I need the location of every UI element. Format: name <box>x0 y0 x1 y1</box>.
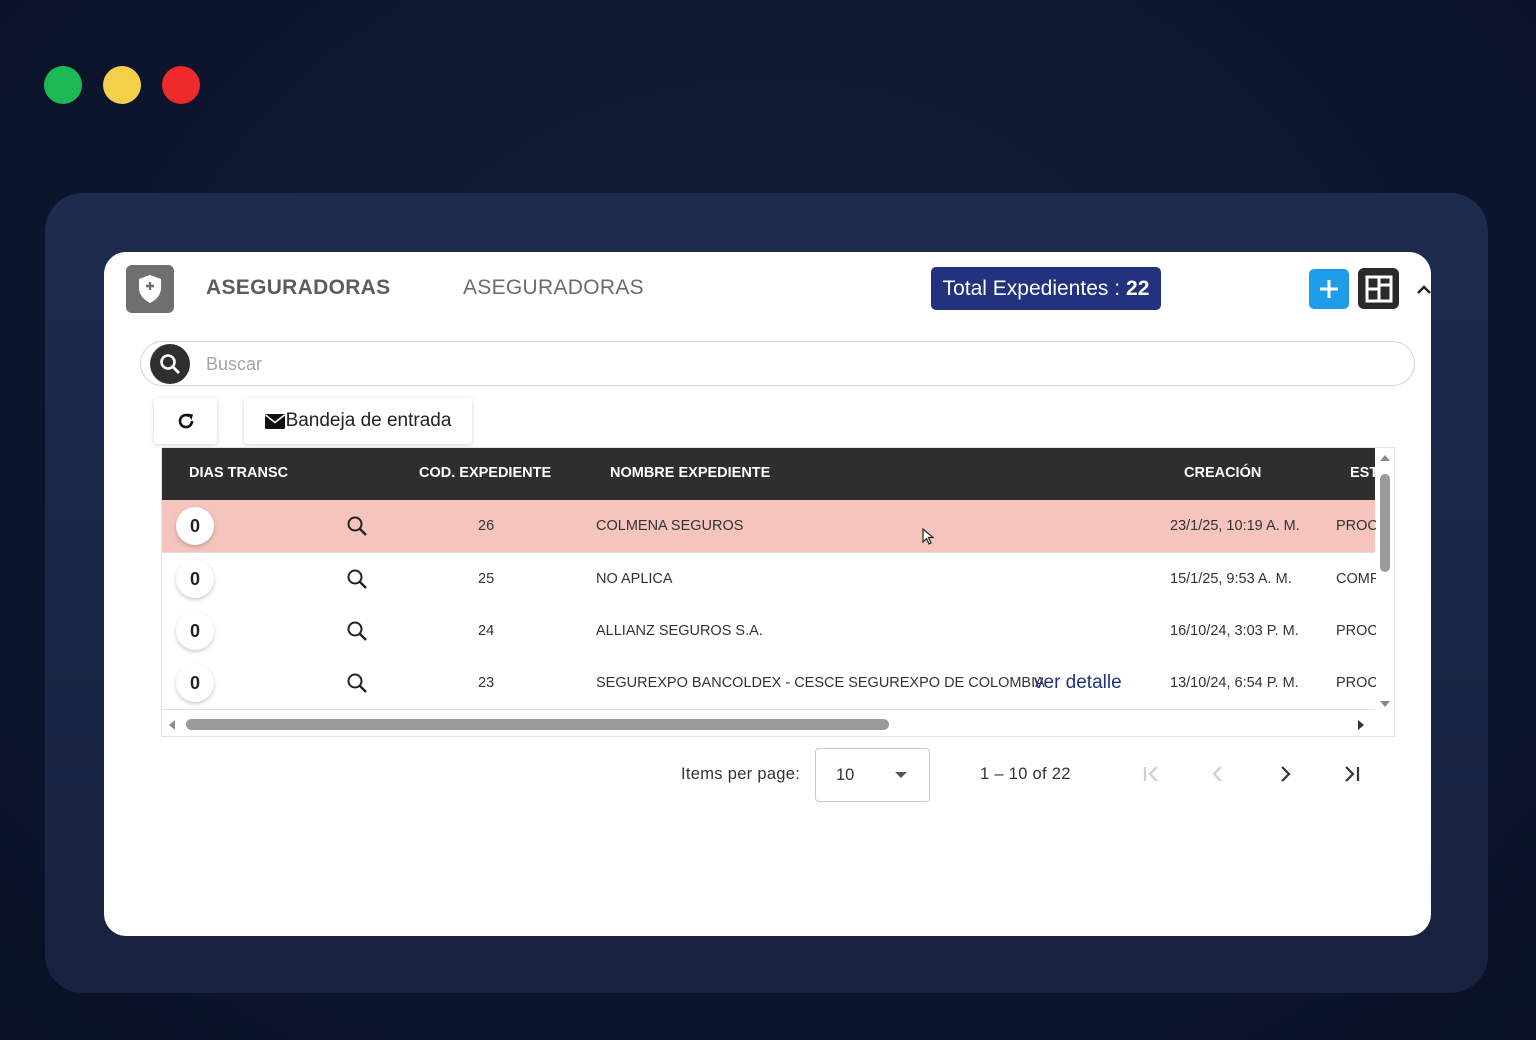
search-bar <box>140 341 1415 386</box>
scroll-down-icon[interactable] <box>1379 700 1391 708</box>
estado-cell: COMF <box>1336 571 1379 587</box>
scroll-right-icon[interactable] <box>1357 719 1365 731</box>
search-icon <box>160 354 180 374</box>
page-range-label: 1 – 10 of 22 <box>980 765 1071 783</box>
dashboard-layout-icon <box>1365 275 1392 302</box>
column-header-codigo[interactable]: COD. EXPEDIENTE <box>419 465 551 481</box>
scroll-up-icon[interactable] <box>1379 454 1391 462</box>
first-page-button[interactable] <box>1140 762 1164 786</box>
codigo-cell: 23 <box>478 675 495 691</box>
estado-cell: PROC <box>1336 675 1378 691</box>
first-page-icon <box>1143 766 1158 782</box>
creacion-cell: 16/10/24, 3:03 P. M. <box>1170 623 1299 639</box>
estado-cell: PROC <box>1336 518 1378 534</box>
plus-icon <box>1320 280 1338 298</box>
column-header-nombre[interactable]: NOMBRE EXPEDIENTE <box>610 465 770 481</box>
search-icon[interactable] <box>346 515 368 541</box>
table-row[interactable]: 0 26 COLMENA SEGUROS 23/1/25, 10:19 A. M… <box>162 500 1378 553</box>
items-per-page-select[interactable]: 10 <box>815 748 930 802</box>
search-icon[interactable] <box>346 620 368 646</box>
dias-badge: 0 <box>176 560 214 598</box>
table-row[interactable]: 0 25 NO APLICA 15/1/25, 9:53 A. M. COMF <box>162 553 1379 606</box>
creacion-cell: 13/10/24, 6:54 P. M. <box>1170 675 1299 691</box>
last-page-icon <box>1345 766 1360 782</box>
scroll-left-icon[interactable] <box>168 719 176 731</box>
window-maximize-button[interactable] <box>44 66 82 104</box>
dias-badge: 0 <box>176 507 214 545</box>
ver-detalle-link[interactable]: ver detalle <box>1034 672 1122 694</box>
estado-cell: PROC <box>1336 623 1378 639</box>
table-header: DIAS TRANSC COD. EXPEDIENTE NOMBRE EXPED… <box>162 448 1378 500</box>
nombre-cell: SEGUREXPO BANCOLDEX - CESCE SEGUREXPO DE… <box>596 675 1045 691</box>
chevron-up-icon[interactable] <box>1414 280 1431 300</box>
table-row[interactable]: 0 24 ALLIANZ SEGUROS S.A. 16/10/24, 3:03… <box>162 605 1378 658</box>
codigo-cell: 26 <box>478 518 495 534</box>
vertical-scrollbar[interactable] <box>1376 448 1394 710</box>
inbox-label: Bandeja de entrada <box>285 410 452 431</box>
aseguradoras-card: ASEGURADORAS ASEGURADORAS Total Expedien… <box>104 252 1431 936</box>
total-label: Total Expedientes : <box>942 276 1121 300</box>
previous-page-button[interactable] <box>1206 762 1230 786</box>
envelope-icon <box>264 413 285 429</box>
search-input[interactable] <box>204 348 1358 380</box>
expedientes-table: DIAS TRANSC COD. EXPEDIENTE NOMBRE EXPED… <box>161 447 1395 737</box>
vertical-scroll-thumb[interactable] <box>1380 474 1390 572</box>
nombre-cell: ALLIANZ SEGUROS S.A. <box>596 623 763 639</box>
total-expedientes-badge: Total Expedientes : 22 <box>931 267 1161 310</box>
codigo-cell: 24 <box>478 623 495 639</box>
horizontal-scrollbar[interactable] <box>162 710 1376 736</box>
nombre-cell: COLMENA SEGUROS <box>596 518 744 534</box>
items-per-page-value: 10 <box>836 766 855 784</box>
mouse-cursor-icon <box>922 527 935 549</box>
column-header-dias[interactable]: DIAS TRANSC <box>189 465 288 481</box>
search-icon[interactable] <box>346 672 368 698</box>
next-page-button[interactable] <box>1273 762 1297 786</box>
search-button[interactable] <box>150 344 190 384</box>
creacion-cell: 23/1/25, 10:19 A. M. <box>1170 518 1300 534</box>
column-header-estado[interactable]: EST <box>1350 465 1378 481</box>
layout-toggle-button[interactable] <box>1358 268 1399 309</box>
refresh-icon <box>178 413 193 429</box>
nombre-cell: NO APLICA <box>596 571 673 587</box>
items-per-page-label: Items per page: <box>681 765 801 783</box>
total-value: 22 <box>1126 276 1150 300</box>
chevron-left-icon <box>1212 766 1222 782</box>
dias-badge: 0 <box>176 664 214 702</box>
horizontal-scroll-thumb[interactable] <box>186 719 889 730</box>
add-button[interactable] <box>1309 269 1349 309</box>
column-header-creacion[interactable]: CREACIÓN <box>1184 465 1261 481</box>
last-page-button[interactable] <box>1339 762 1363 786</box>
search-icon[interactable] <box>346 568 368 594</box>
window-close-button[interactable] <box>162 66 200 104</box>
chevron-right-icon <box>1281 766 1291 782</box>
creacion-cell: 15/1/25, 9:53 A. M. <box>1170 571 1292 587</box>
inbox-button[interactable]: Bandeja de entrada <box>244 398 472 444</box>
window-minimize-button[interactable] <box>103 66 141 104</box>
dropdown-arrow-icon <box>895 772 907 778</box>
table-row[interactable]: 0 23 SEGUREXPO BANCOLDEX - CESCE SEGUREX… <box>162 657 1378 710</box>
refresh-button[interactable] <box>154 398 217 444</box>
dias-badge: 0 <box>176 612 214 650</box>
page-title: ASEGURADORAS <box>206 276 391 299</box>
page-subtitle: ASEGURADORAS <box>463 276 644 299</box>
shield-plus-icon <box>126 265 174 313</box>
codigo-cell: 25 <box>478 571 495 587</box>
